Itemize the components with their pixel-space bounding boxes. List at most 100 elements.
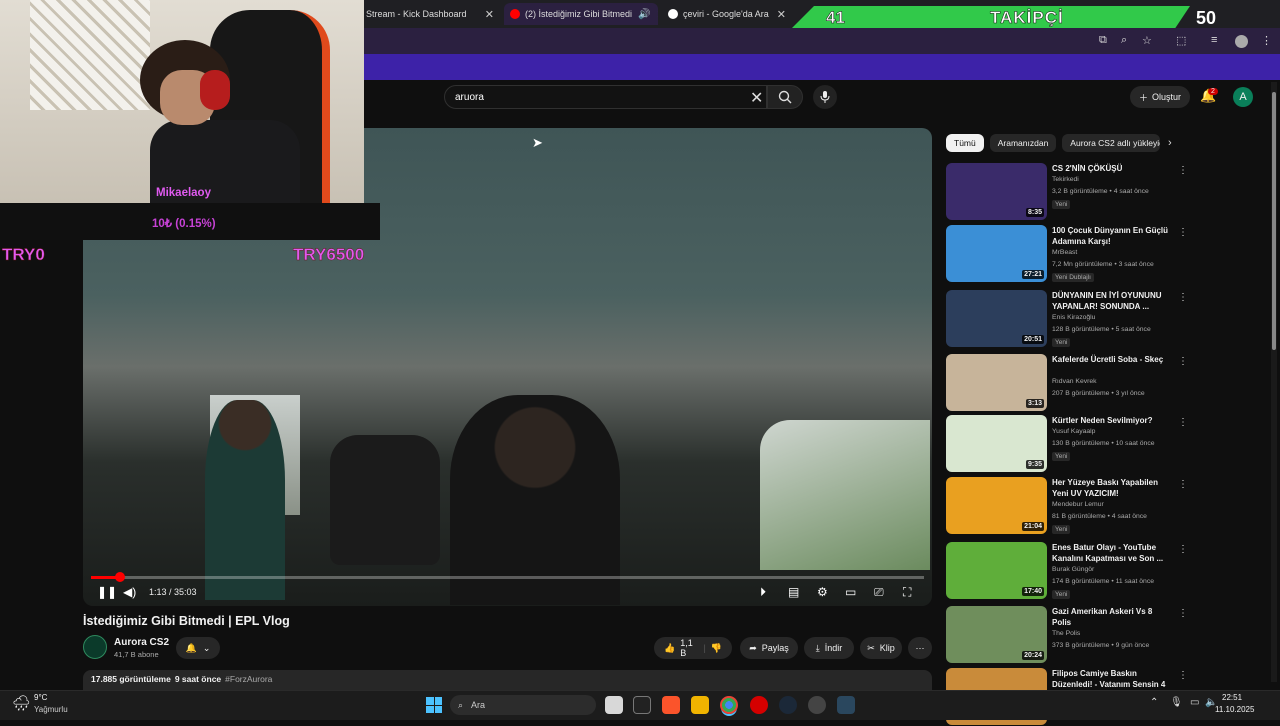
more-options-icon[interactable]: ⋮ (1178, 292, 1188, 303)
weather-rain-icon[interactable]: 🌧 (12, 694, 31, 712)
video-thumbnail[interactable]: 8:35 (946, 163, 1047, 220)
volume-icon[interactable]: ◀) (123, 585, 136, 599)
recommendation-channel[interactable]: MrBeast (1052, 249, 1077, 256)
clock-time[interactable]: 22:51 (1222, 693, 1242, 702)
more-options-icon[interactable]: ⋮ (1178, 356, 1188, 367)
taskbar-search[interactable]: ⌕ Ara (450, 695, 596, 715)
recommendation-title[interactable]: Kafelerde Ücretli Soba - Skeç (1052, 354, 1170, 365)
recommendation-channel[interactable]: Mendebur Lemur (1052, 501, 1104, 508)
recommendation-title[interactable]: Enes Batur Olayı - YouTube Kanalını Kapa… (1052, 542, 1170, 564)
recommendation-title[interactable]: DÜNYANIN EN İYİ OYUNUNU YAPANLAR! SONUND… (1052, 290, 1170, 312)
download-button[interactable]: ⤓ İndir (804, 637, 854, 659)
install-icon[interactable]: ⧉ (1099, 34, 1107, 47)
recommendation-item[interactable]: 3:13 Kafelerde Ücretli Soba - Skeç Rıdvan … (946, 354, 1188, 412)
brave-browser-icon[interactable] (662, 696, 680, 714)
recommendation-item[interactable]: 20:24 Gazi Amerikan Askeri Vs 8 Polis The … (946, 606, 1188, 664)
subscription-bell-button[interactable]: 🔔 ⌄ (176, 637, 220, 659)
extensions-icon[interactable]: ⬚ (1176, 34, 1186, 47)
video-thumbnail[interactable]: 3:13 (946, 354, 1047, 411)
opera-icon[interactable] (750, 696, 768, 714)
channel-name[interactable]: Aurora CS2 (114, 637, 169, 648)
video-thumbnail[interactable]: 27:21 (946, 225, 1047, 282)
tab-youtube-video[interactable]: (2) İstediğimiz Gibi Bitmedi 🔊 ✕ (504, 3, 658, 25)
weather-condition[interactable]: Yağmurlu (34, 705, 68, 714)
account-avatar[interactable]: A (1233, 87, 1253, 107)
more-options-icon[interactable]: ⋮ (1178, 227, 1188, 238)
recommendation-channel[interactable]: Yusuf Kayaalp (1052, 428, 1095, 435)
video-thumbnail[interactable]: 17:40 (946, 542, 1047, 599)
epic-games-icon[interactable] (633, 696, 651, 714)
video-thumbnail[interactable]: 20:51 (946, 290, 1047, 347)
progress-scrubber-handle[interactable] (115, 572, 125, 582)
profile-avatar[interactable] (1235, 35, 1248, 48)
bookmark-star-icon[interactable]: ☆ (1142, 34, 1152, 47)
video-thumbnail[interactable]: 20:24 (946, 606, 1047, 663)
tab-kick-dashboard[interactable]: Stream - Kick Dashboard ✕ (360, 3, 500, 25)
progress-bar[interactable] (91, 576, 924, 579)
recommendation-channel[interactable]: Rıdvan Kevrek (1052, 378, 1097, 385)
subtitles-icon[interactable]: ▤ (788, 585, 799, 599)
chevron-up-icon[interactable]: ⌃ (1150, 697, 1158, 708)
fullscreen-icon[interactable]: ⛶ (903, 585, 911, 600)
scrollbar-thumb[interactable] (1272, 92, 1276, 350)
more-options-icon[interactable]: ⋮ (1178, 608, 1188, 619)
more-options-icon[interactable]: ⋮ (1178, 165, 1188, 176)
chip-from-uploader[interactable]: Aurora CS2 adlı yükleyic (1062, 134, 1161, 152)
search-button[interactable] (767, 85, 803, 109)
recommendation-title[interactable]: Kürtler Neden Sevilmiyor? (1052, 415, 1170, 426)
search-input[interactable]: aruora (444, 85, 767, 109)
pause-icon[interactable]: ❚❚ (97, 585, 117, 599)
network-icon[interactable]: ▭ (1190, 697, 1199, 708)
video-thumbnail[interactable]: 9:35 (946, 415, 1047, 472)
settings-gear-icon[interactable]: ⚙ (817, 585, 828, 599)
recommendation-item[interactable]: 8:35 CS 2'NİN ÇÖKÜŞÜ Tekirkedi 3,2 B görünt… (946, 163, 1188, 221)
share-button[interactable]: ➦ Paylaş (740, 637, 798, 659)
more-options-icon[interactable]: ⋮ (1178, 479, 1188, 490)
tab-close-icon[interactable]: ✕ (479, 8, 494, 21)
microphone-icon[interactable]: 🎙 (1170, 697, 1183, 708)
recommendation-item[interactable]: 17:40 Enes Batur Olayı - YouTube Kanalını… (946, 542, 1188, 600)
voice-search-button[interactable] (813, 85, 837, 109)
more-options-icon[interactable]: ⋮ (1178, 544, 1188, 555)
browser-menu-icon[interactable]: ⋮ (1261, 34, 1272, 47)
thumbs-down-icon[interactable]: 👎 (711, 643, 722, 654)
recommendation-channel[interactable]: Burak Güngör (1052, 566, 1094, 573)
media-control-icon[interactable]: ≡ (1211, 34, 1217, 46)
description-box[interactable]: 17.885 görüntüleme 9 saat önce #ForzAuro… (83, 670, 932, 690)
autoplay-toggle-icon[interactable]: ⏵ (760, 585, 766, 600)
windows-start-icon[interactable] (426, 697, 442, 713)
clear-search-icon[interactable]: ✕ (750, 88, 763, 108)
like-dislike-button[interactable]: 👍 1,1 B | 👎 (654, 637, 732, 659)
speaker-icon[interactable]: 🔊 (638, 9, 650, 20)
create-button[interactable]: ＋ Oluştur (1130, 86, 1190, 108)
clock-date[interactable]: 11.10.2025 (1215, 705, 1254, 714)
steam-icon[interactable] (779, 696, 797, 714)
recommendation-item[interactable]: 9:35 Kürtler Neden Sevilmiyor? Yusuf Kayaa… (946, 415, 1188, 473)
task-view-icon[interactable] (605, 696, 623, 714)
file-explorer-icon[interactable] (691, 696, 709, 714)
chip-from-search[interactable]: Aramanızdan (989, 134, 1057, 152)
tab-google-search[interactable]: çeviri - Google'da Ara ✕ (662, 3, 792, 25)
more-options-icon[interactable]: ⋮ (1178, 670, 1188, 681)
recommendation-channel[interactable]: Tekirkedi (1052, 176, 1079, 183)
tab-close-icon[interactable]: ✕ (650, 8, 658, 21)
thumbs-up-icon[interactable]: 👍 (664, 643, 675, 654)
recommendation-channel[interactable]: The Polis (1052, 630, 1080, 637)
zoom-icon[interactable]: ⌕ (1121, 34, 1127, 47)
recommendation-title[interactable]: Her Yüzeye Baskı Yapabilen Yeni UV YAZIC… (1052, 477, 1170, 499)
recommendation-item[interactable]: 27:21 100 Çocuk Dünyanın En Güçlü Adamına… (946, 225, 1188, 283)
recommendation-title[interactable]: CS 2'NİN ÇÖKÜŞÜ (1052, 163, 1170, 174)
channel-avatar[interactable] (83, 635, 107, 659)
recommendation-title[interactable]: Gazi Amerikan Askeri Vs 8 Polis (1052, 606, 1170, 628)
more-options-icon[interactable]: ⋮ (1178, 417, 1188, 428)
hashtag-link[interactable]: #ForzAurora (225, 674, 272, 686)
temperature[interactable]: 9°C (34, 693, 47, 702)
cast-icon[interactable]: ⎚ (874, 585, 884, 600)
more-actions-button[interactable]: ⋯ (908, 637, 932, 659)
chrome-icon[interactable] (720, 696, 738, 714)
steam-app-icon[interactable] (837, 696, 855, 714)
tab-close-icon[interactable]: ✕ (771, 8, 786, 21)
chevron-right-icon[interactable]: › (1168, 137, 1172, 149)
chip-all[interactable]: Tümü (946, 134, 984, 152)
video-thumbnail[interactable]: 21:04 (946, 477, 1047, 534)
